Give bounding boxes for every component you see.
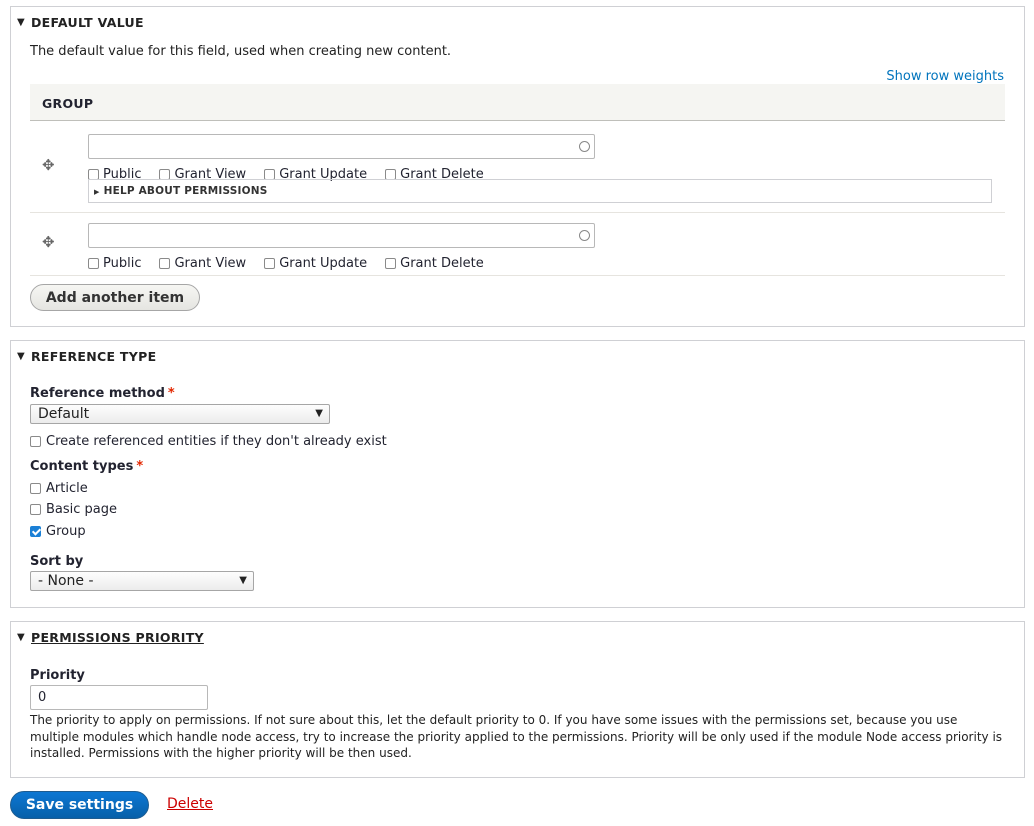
table-header-group: GROUP [30, 84, 1005, 121]
create-referenced-checkbox[interactable]: Create referenced entities if they don't… [30, 434, 387, 449]
help-about-permissions-details[interactable]: ▶ HELP ABOUT PERMISSIONS [88, 179, 992, 203]
reference-method-select[interactable]: Default ▼ [30, 404, 330, 424]
checkbox-box[interactable] [88, 258, 99, 269]
drag-handle-icon[interactable]: ✥ [42, 233, 55, 251]
priority-label: Priority [30, 668, 85, 683]
priority-input[interactable]: 0 [30, 685, 208, 710]
checkbox-box[interactable] [30, 504, 41, 515]
table-row: ✥ Public Grant View Grant Update Grant D… [30, 213, 1005, 276]
reference-method-label: Reference method * [30, 386, 175, 401]
checkbox-box[interactable] [159, 258, 171, 269]
checkbox-box-checked[interactable] [30, 526, 41, 537]
checkbox-public[interactable]: Public [88, 256, 141, 271]
permissions-priority-legend[interactable]: ▼ PERMISSIONS PRIORITY [17, 630, 204, 645]
content-type-article[interactable]: Article [30, 481, 88, 496]
checkbox-grant-delete[interactable]: Grant Delete [385, 256, 484, 271]
default-value-legend[interactable]: ▼ DEFAULT VALUE [17, 15, 144, 30]
drag-handle-icon[interactable]: ✥ [42, 156, 55, 174]
collapse-triangle-icon: ▼ [17, 17, 25, 28]
dropdown-arrow-icon: ▼ [315, 408, 323, 419]
priority-description: The priority to apply on permissions. If… [30, 713, 1003, 760]
collapse-triangle-icon: ▼ [17, 632, 25, 643]
checkbox-grant-update[interactable]: Grant Update [264, 256, 367, 271]
checkbox-box[interactable] [385, 258, 397, 269]
autocomplete-throbber-icon [579, 230, 590, 241]
reference-type-fieldset: ▼ REFERENCE TYPE Reference method * Defau… [10, 340, 1025, 608]
default-value-description: The default value for this field, used w… [30, 44, 452, 59]
checkbox-grant-view[interactable]: Grant View [159, 256, 246, 271]
sort-by-label: Sort by [30, 554, 84, 569]
dropdown-arrow-icon: ▼ [239, 575, 247, 586]
group-autocomplete-input[interactable] [88, 223, 595, 248]
expand-triangle-icon: ▶ [94, 188, 100, 196]
content-types-label: Content types * [30, 459, 144, 474]
required-marker: * [167, 386, 175, 401]
reference-type-legend[interactable]: ▼ REFERENCE TYPE [17, 349, 156, 364]
sort-by-select[interactable]: - None - ▼ [30, 571, 254, 591]
checkbox-box[interactable] [30, 483, 41, 494]
default-value-fieldset: ▼ DEFAULT VALUE The default value for th… [10, 6, 1025, 327]
show-row-weights-link[interactable]: Show row weights [886, 69, 1004, 84]
content-type-group[interactable]: Group [30, 524, 86, 539]
add-another-item-button[interactable]: Add another item [30, 284, 200, 311]
checkbox-box[interactable] [30, 436, 41, 447]
permission-checkboxes: Public Grant View Grant Update Grant Del… [88, 256, 484, 271]
permissions-priority-fieldset: ▼ PERMISSIONS PRIORITY Priority 0 The pr… [10, 621, 1025, 778]
content-type-basic-page[interactable]: Basic page [30, 502, 117, 517]
group-table: GROUP ✥ Public Grant View Grant Update G… [30, 84, 1005, 283]
save-settings-button[interactable]: Save settings [10, 791, 149, 819]
required-marker: * [136, 459, 144, 474]
table-row: ✥ Public Grant View Grant Update Grant D… [30, 122, 1005, 213]
autocomplete-throbber-icon [579, 141, 590, 152]
group-autocomplete-input[interactable] [88, 134, 595, 159]
collapse-triangle-icon: ▼ [17, 351, 25, 362]
checkbox-box[interactable] [264, 258, 276, 269]
delete-link[interactable]: Delete [167, 796, 213, 812]
